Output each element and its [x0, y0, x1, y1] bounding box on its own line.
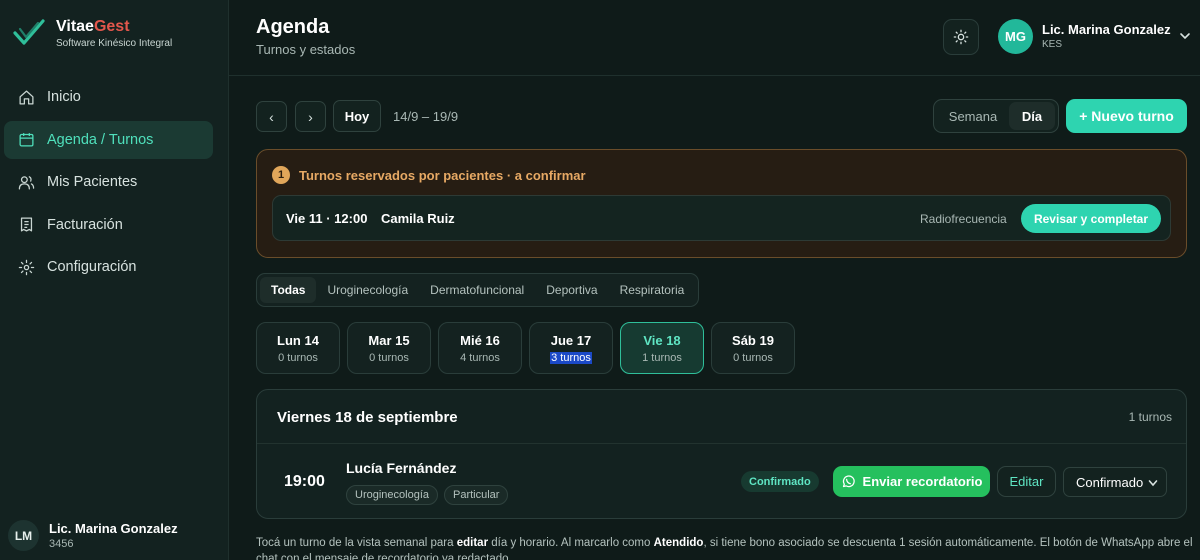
chevron-down-icon[interactable]	[1179, 30, 1191, 42]
status-badge: Confirmado	[741, 471, 819, 492]
sidebar-item-label: Configuración	[47, 259, 137, 275]
day-card-jue-17[interactable]: Jue 17 3 turnos	[529, 322, 613, 374]
sidebar-item-configuracion[interactable]: Configuración	[4, 248, 213, 286]
tab-deportiva[interactable]: Deportiva	[535, 277, 608, 303]
whatsapp-icon	[842, 475, 855, 488]
day-card-sab-19[interactable]: Sáb 19 0 turnos	[711, 322, 795, 374]
header-user-role: KES	[1042, 39, 1063, 50]
day-card-label: Jue 17	[550, 333, 592, 348]
tab-respiratoria[interactable]: Respiratoria	[609, 277, 696, 303]
day-card-vie-18[interactable]: Vie 18 1 turnos	[620, 322, 704, 374]
pending-booking-row[interactable]: Vie 11 · 12:00 Camila Ruiz Radiofrecuenc…	[272, 195, 1171, 241]
avatar[interactable]: MG	[998, 19, 1033, 54]
edit-appointment-button[interactable]: Editar	[997, 466, 1056, 497]
sidebar-nav: Inicio Agenda / Turnos Mis Pacientes Fac…	[4, 78, 213, 291]
top-header: Agenda Turnos y estados MG Lic. Marina G…	[229, 0, 1200, 76]
pending-count-badge: 1	[272, 166, 290, 184]
day-card-label: Lun 14	[277, 333, 319, 348]
sidebar-user[interactable]: LM Lic. Marina Gonzalez 3456	[8, 520, 178, 551]
divider	[257, 443, 1186, 444]
sidebar-user-id: 3456	[49, 538, 74, 550]
day-card-count: 0 turnos	[278, 352, 318, 364]
sun-icon	[953, 29, 969, 45]
view-switcher: Semana Día	[933, 99, 1059, 133]
sidebar-item-label: Mis Pacientes	[47, 174, 138, 190]
pending-patient: Camila Ruiz	[381, 211, 455, 226]
sidebar: VitaeGest Software Kinésico Integral Ini…	[0, 0, 229, 560]
users-icon	[18, 175, 35, 190]
today-button[interactable]: Hoy	[333, 100, 381, 132]
appointment-patient[interactable]: Lucía Fernández	[346, 460, 456, 476]
selected-text-highlight: 3 turnos	[550, 352, 592, 364]
appointment-tags: Uroginecología Particular	[346, 485, 514, 505]
day-card-label: Sáb 19	[732, 333, 774, 348]
view-week-button[interactable]: Semana	[937, 102, 1009, 130]
home-icon	[19, 89, 34, 105]
tab-uroginecologia[interactable]: Uroginecología	[316, 277, 419, 303]
day-card-lun-14[interactable]: Lun 14 0 turnos	[256, 322, 340, 374]
brand-subtitle: Software Kinésico Integral	[56, 37, 173, 49]
tag-specialty: Uroginecología	[346, 485, 438, 505]
receipt-icon	[20, 217, 33, 232]
page-title: Agenda	[256, 16, 330, 38]
date-range: 14/9 – 19/9	[393, 109, 459, 124]
review-complete-button[interactable]: Revisar y completar	[1021, 204, 1161, 233]
next-week-button[interactable]: ›	[295, 101, 326, 132]
day-card-label: Vie 18	[643, 333, 681, 348]
day-card-mar-15[interactable]: Mar 15 0 turnos	[347, 322, 431, 374]
main-content: ‹ › Hoy 14/9 – 19/9 Semana Día + Nuevo t…	[229, 76, 1200, 560]
day-card-label: Mar 15	[368, 333, 410, 348]
sidebar-user-name: Lic. Marina Gonzalez	[49, 521, 178, 536]
avatar: LM	[8, 520, 39, 551]
pending-service: Radiofrecuencia	[920, 212, 1007, 226]
whatsapp-reminder-button[interactable]: Enviar recordatorio	[833, 466, 990, 497]
day-card-count: 0 turnos	[733, 352, 773, 364]
sidebar-item-label: Inicio	[47, 89, 81, 105]
calendar-icon	[19, 133, 34, 147]
sidebar-item-pacientes[interactable]: Mis Pacientes	[4, 163, 213, 201]
day-panel-title: Viernes 18 de septiembre	[277, 409, 458, 426]
brand-name: VitaeGest	[56, 17, 130, 35]
help-footnote: Tocá un turno de la vista semanal para e…	[256, 537, 1193, 560]
day-panel-count: 1 turnos	[1128, 410, 1172, 424]
sidebar-item-inicio[interactable]: Inicio	[4, 78, 213, 116]
chevron-down-icon	[1148, 480, 1158, 487]
day-card-count: 3 turnos	[530, 352, 612, 364]
pending-when: Vie 11 · 12:00	[286, 211, 368, 226]
appointment-time: 19:00	[284, 473, 325, 490]
specialty-filter-tabs: Todas Uroginecología Dermatofuncional De…	[256, 273, 700, 307]
whatsapp-reminder-label: Enviar recordatorio	[862, 474, 983, 489]
brand[interactable]: VitaeGest Software Kinésico Integral	[12, 16, 172, 50]
pending-title: Turnos reservados por pacientes · a conf…	[299, 167, 586, 183]
view-day-button[interactable]: Día	[1009, 102, 1055, 130]
day-card-count: 4 turnos	[460, 352, 500, 364]
tag-payment: Particular	[444, 485, 509, 505]
sidebar-item-label: Facturación	[47, 216, 123, 233]
sidebar-item-facturacion[interactable]: Facturación	[4, 206, 213, 244]
day-card-count: 0 turnos	[369, 352, 409, 364]
sidebar-item-label: Agenda / Turnos	[47, 131, 154, 148]
day-appointments-panel: Viernes 18 de septiembre 1 turnos 19:00 …	[256, 389, 1187, 519]
header-user-name[interactable]: Lic. Marina Gonzalez	[1042, 22, 1171, 37]
prev-week-button[interactable]: ‹	[256, 101, 287, 132]
checkmark-logo-icon	[13, 19, 45, 45]
theme-toggle-button[interactable]	[943, 19, 979, 55]
day-card-count: 1 turnos	[642, 352, 682, 364]
settings-icon	[18, 259, 35, 275]
new-appointment-button[interactable]: + Nuevo turno	[1066, 99, 1187, 133]
tab-dermatofuncional[interactable]: Dermatofuncional	[419, 277, 535, 303]
page-subtitle: Turnos y estados	[256, 42, 356, 57]
pending-bookings-panel: 1 Turnos reservados por pacientes · a co…	[256, 149, 1187, 258]
status-select-value: Confirmado	[1076, 474, 1144, 490]
status-select[interactable]: Confirmado	[1063, 467, 1167, 497]
tab-todas[interactable]: Todas	[260, 277, 317, 303]
day-card-label: Mié 16	[460, 333, 500, 348]
day-card-mie-16[interactable]: Mié 16 4 turnos	[438, 322, 522, 374]
sidebar-item-agenda[interactable]: Agenda / Turnos	[4, 120, 213, 159]
